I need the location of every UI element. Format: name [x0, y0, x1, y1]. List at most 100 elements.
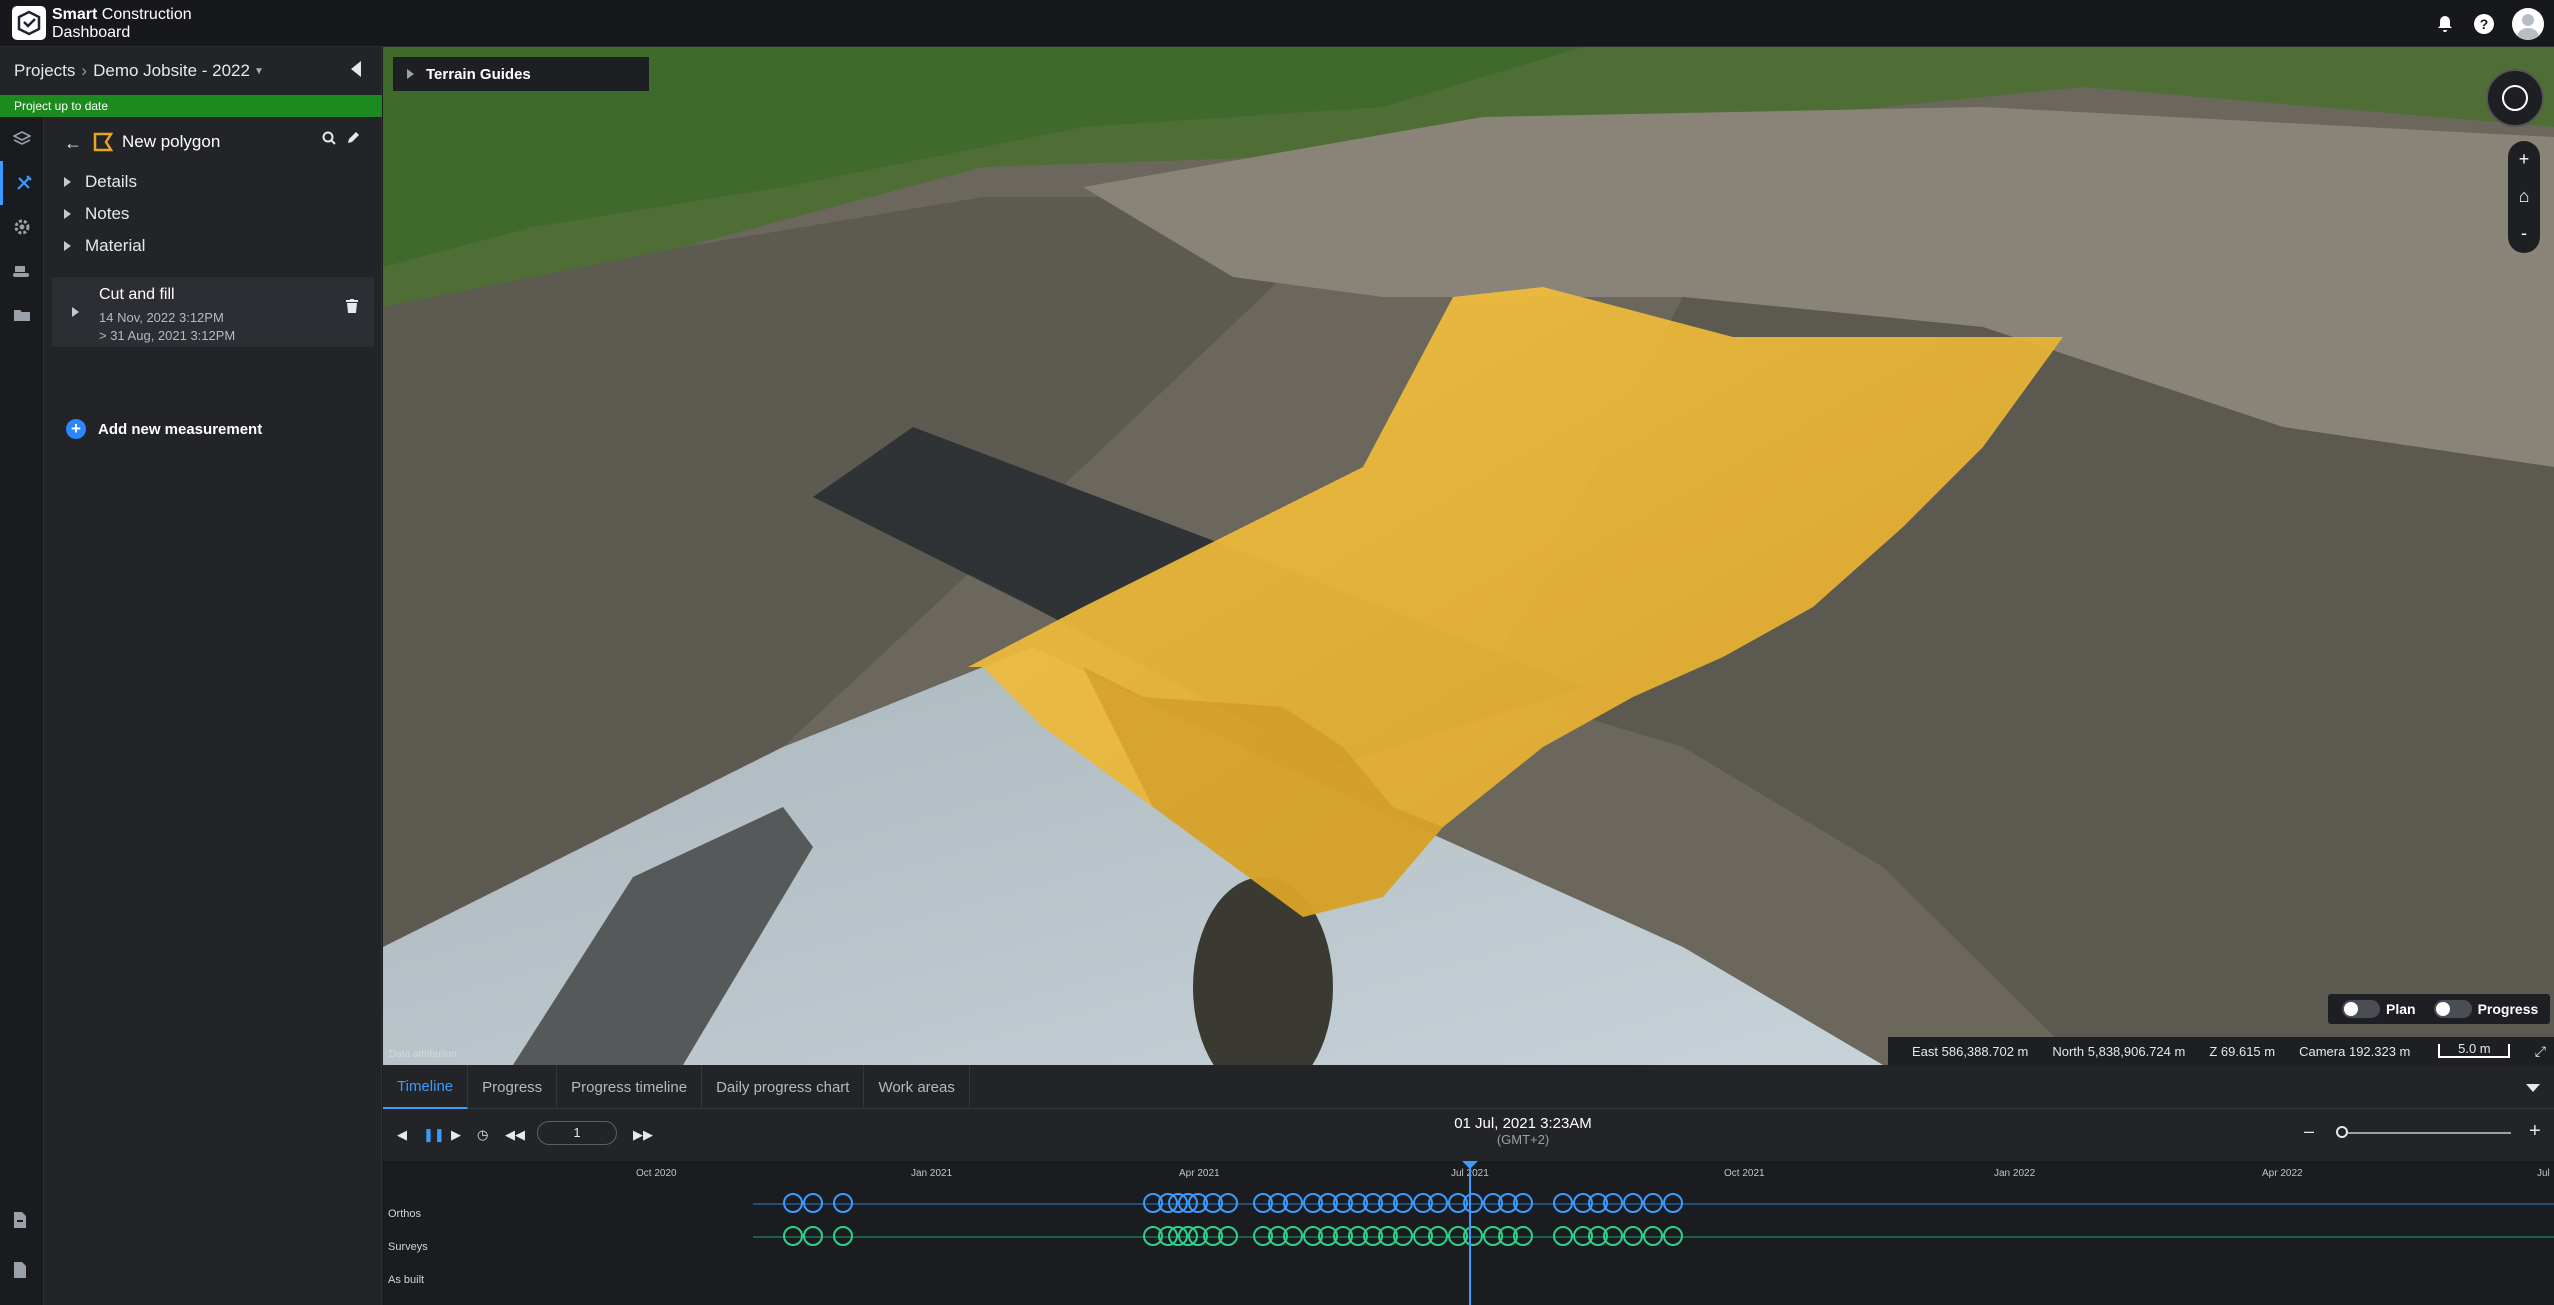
ortho-capture-marker[interactable] [1553, 1193, 1573, 1213]
zoom-control: + ⌂ - [2508, 141, 2540, 253]
measurement-compare-date: > 31 Aug, 2021 3:12PM [99, 328, 236, 343]
progress-toggle[interactable] [2433, 1000, 2472, 1018]
section-material[interactable]: Material [64, 231, 145, 261]
section-notes[interactable]: Notes [64, 199, 129, 229]
avatar[interactable] [2512, 7, 2544, 40]
terrain-guides-toggle[interactable]: Terrain Guides [393, 57, 649, 91]
survey-capture-marker[interactable] [1623, 1226, 1643, 1246]
z-coord: Z 69.615 m [2209, 1043, 2276, 1059]
chevron-down-icon[interactable] [2526, 1084, 2540, 1092]
plan-label: Plan [2386, 1001, 2416, 1017]
time-cursor[interactable] [1469, 1167, 1471, 1305]
ortho-capture-marker[interactable] [1663, 1193, 1683, 1213]
breadcrumb-projects[interactable]: Projects [14, 61, 75, 81]
tab-work-areas[interactable]: Work areas [864, 1065, 970, 1109]
survey-capture-marker[interactable] [1513, 1226, 1533, 1246]
layers-icon[interactable] [0, 117, 44, 161]
speed-input[interactable]: 1 [537, 1121, 617, 1145]
timeline-track[interactable]: Oct 2020 Jan 2021 Apr 2021 Jul 2021 Oct … [383, 1161, 2554, 1305]
breadcrumb-project[interactable]: Demo Jobsite - 2022 [93, 61, 250, 81]
report-icon[interactable] [12, 1211, 28, 1234]
tab-progress-timeline[interactable]: Progress timeline [557, 1065, 703, 1109]
survey-capture-marker[interactable] [1603, 1226, 1623, 1246]
plan-toggle[interactable] [2342, 1000, 2380, 1018]
ortho-capture-marker[interactable] [833, 1193, 853, 1213]
ortho-capture-marker[interactable] [783, 1193, 803, 1213]
ortho-capture-marker[interactable] [1513, 1193, 1533, 1213]
folder-icon[interactable] [0, 293, 44, 337]
camera-height: Camera 192.323 m [2299, 1043, 2411, 1059]
rewind-icon[interactable]: ◀◀ [505, 1127, 525, 1143]
fast-forward-icon[interactable]: ▶▶ [633, 1127, 653, 1143]
add-measurement-button[interactable]: + Add new measurement [66, 419, 262, 439]
chevron-down-icon[interactable]: ▼ [254, 66, 264, 77]
tab-progress[interactable]: Progress [468, 1065, 558, 1109]
tick-label: Apr 2021 [1179, 1168, 1220, 1179]
search-icon[interactable] [322, 131, 336, 150]
machine-icon[interactable] [0, 249, 44, 293]
survey-capture-marker[interactable] [1218, 1226, 1238, 1246]
measurement-item[interactable]: Cut and fill 14 Nov, 2022 3:12PM > 31 Au… [52, 277, 374, 347]
ortho-capture-marker[interactable] [1643, 1193, 1663, 1213]
ortho-capture-marker[interactable] [1283, 1193, 1303, 1213]
help-icon[interactable]: ? [2474, 13, 2494, 34]
survey-capture-marker[interactable] [833, 1226, 853, 1246]
panel-title: New polygon [122, 132, 221, 151]
zoom-in-timeline-icon[interactable]: + [2529, 1120, 2541, 1143]
map-3d-view[interactable]: Terrain Guides + ⌂ - Plan Progress Data … [383, 47, 2554, 1065]
current-date: 01 Jul, 2021 3:23AM (GMT+2) [1454, 1115, 1592, 1147]
ortho-capture-marker[interactable] [1623, 1193, 1643, 1213]
ortho-capture-marker[interactable] [803, 1193, 823, 1213]
status-banner: Project up to date [0, 95, 382, 117]
section-details[interactable]: Details [64, 167, 137, 197]
ortho-capture-marker[interactable] [1463, 1193, 1483, 1213]
collapse-panel-icon[interactable] [351, 61, 361, 77]
gear-icon[interactable] [0, 205, 44, 249]
tab-timeline[interactable]: Timeline [383, 1065, 469, 1109]
zoom-in-icon[interactable]: + [2508, 141, 2540, 178]
icon-rail [0, 117, 44, 1305]
clock-icon[interactable]: ◷ [477, 1127, 488, 1143]
app-title: Smart Construction Dashboard [52, 6, 192, 41]
timeline-zoom-slider[interactable] [2339, 1132, 2511, 1134]
caret-right-icon[interactable] [72, 307, 79, 317]
trash-icon[interactable] [346, 299, 358, 318]
survey-capture-marker[interactable] [1283, 1226, 1303, 1246]
document-icon[interactable] [12, 1261, 28, 1284]
survey-capture-marker[interactable] [1393, 1226, 1413, 1246]
compass-icon[interactable] [2486, 69, 2544, 127]
app-logo-icon[interactable] [12, 6, 46, 40]
data-attribution-link[interactable]: Data attribution [389, 1049, 457, 1060]
fullscreen-icon[interactable]: ⤢ [2535, 1043, 2546, 1060]
pencil-icon[interactable] [346, 131, 360, 150]
survey-capture-marker[interactable] [1663, 1226, 1683, 1246]
ortho-capture-marker[interactable] [1393, 1193, 1413, 1213]
back-arrow-icon[interactable]: ← [64, 133, 82, 154]
row-label-surveys: Surveys [388, 1241, 428, 1253]
pause-icon[interactable]: ❚❚ [423, 1127, 445, 1143]
survey-capture-marker[interactable] [783, 1226, 803, 1246]
caret-right-icon [407, 69, 414, 79]
play-icon[interactable]: ▶ [451, 1127, 461, 1143]
survey-capture-marker[interactable] [803, 1226, 823, 1246]
survey-capture-marker[interactable] [1428, 1226, 1448, 1246]
bell-icon[interactable] [2434, 13, 2456, 35]
breadcrumb: Projects › Demo Jobsite - 2022 ▼ [0, 47, 382, 95]
zoom-out-icon[interactable]: - [2508, 215, 2540, 252]
survey-capture-marker[interactable] [1463, 1226, 1483, 1246]
chevron-right-icon: › [81, 61, 88, 80]
zoom-out-timeline-icon[interactable]: – [2304, 1121, 2314, 1142]
survey-capture-marker[interactable] [1553, 1226, 1573, 1246]
ortho-capture-marker[interactable] [1428, 1193, 1448, 1213]
ortho-capture-marker[interactable] [1218, 1193, 1238, 1213]
tools-icon[interactable] [0, 161, 44, 205]
ortho-capture-marker[interactable] [1603, 1193, 1623, 1213]
timeline-zoom-handle[interactable] [2336, 1126, 2348, 1138]
plus-circle-icon: + [66, 419, 86, 439]
step-back-icon[interactable]: ◀ [397, 1127, 407, 1143]
scale-bar: 5.0 m [2438, 1042, 2511, 1058]
tab-daily-progress-chart[interactable]: Daily progress chart [702, 1065, 865, 1109]
north-coord: North 5,838,906.724 m [2052, 1043, 2186, 1059]
survey-capture-marker[interactable] [1643, 1226, 1663, 1246]
home-icon[interactable]: ⌂ [2508, 178, 2540, 215]
